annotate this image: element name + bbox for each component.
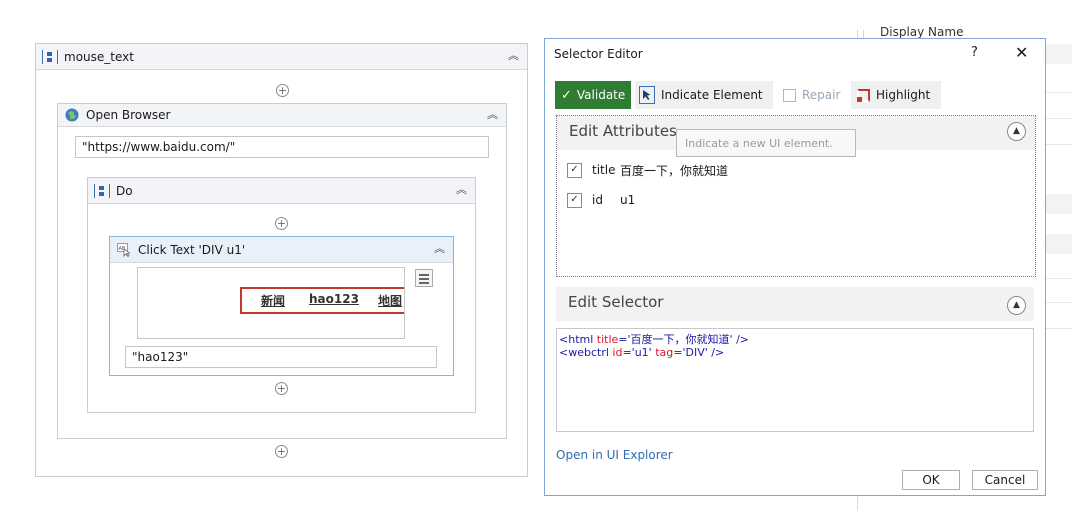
url-input[interactable]: "https://www.baidu.com/": [75, 136, 489, 158]
edit-attributes-title: Edit Attributes: [569, 122, 677, 140]
add-activity-icon[interactable]: +: [275, 217, 288, 230]
attribute-row-title[interactable]: ✓ title 百度一下，你就知道: [567, 160, 728, 180]
add-activity-icon[interactable]: +: [276, 84, 289, 97]
collapse-icon[interactable]: ︽: [508, 48, 519, 64]
collapse-icon[interactable]: ︽: [434, 241, 445, 257]
close-icon[interactable]: ✕: [1015, 43, 1028, 62]
repair-label: Repair: [802, 88, 841, 102]
collapse-attributes-icon[interactable]: ▲: [1007, 122, 1026, 141]
sequence-icon: [94, 183, 110, 199]
help-icon[interactable]: ?: [971, 45, 978, 60]
sequence-icon: [42, 49, 58, 65]
grid-line: [1044, 278, 1072, 279]
click-text-title: Click Text 'DIV u1': [138, 242, 246, 257]
highlight-button[interactable]: Highlight: [851, 81, 941, 109]
hamburger-menu-icon[interactable]: [415, 269, 433, 287]
property-cell[interactable]: [1044, 194, 1072, 214]
attribute-value[interactable]: u1: [620, 193, 635, 207]
do-title: Do: [116, 183, 133, 198]
attribute-checkbox[interactable]: ✓: [567, 162, 582, 178]
grid-line: [1044, 92, 1072, 93]
preview-link-map: 地图: [378, 294, 403, 308]
ok-button[interactable]: OK: [902, 470, 960, 490]
property-cell[interactable]: [1044, 44, 1072, 64]
highlight-icon: [857, 88, 870, 102]
attribute-row-id[interactable]: ✓ id u1: [567, 190, 635, 210]
attribute-checkbox[interactable]: ✓: [567, 192, 582, 208]
grid-line: [1044, 118, 1072, 119]
grid-line: [1044, 328, 1072, 329]
add-activity-icon[interactable]: +: [275, 445, 288, 458]
target-preview[interactable]: 新闻 hao123 地图: [137, 267, 405, 339]
collapse-selector-icon[interactable]: ▲: [1007, 296, 1026, 315]
preview-link-news: 新闻: [261, 294, 286, 308]
text-input[interactable]: "hao123": [125, 346, 437, 368]
attribute-name: id: [592, 193, 603, 207]
browser-icon: [64, 107, 80, 123]
collapse-icon[interactable]: ︽: [487, 107, 498, 123]
cancel-button[interactable]: Cancel: [972, 470, 1038, 490]
attribute-name: title: [592, 163, 616, 177]
do-header[interactable]: Do ︽: [88, 178, 475, 204]
sequence-header[interactable]: mouse_text ︽: [36, 44, 527, 70]
click-text-header[interactable]: AB Click Text 'DIV u1' ︽: [110, 237, 453, 263]
open-browser-header[interactable]: Open Browser ︽: [58, 104, 506, 127]
dialog-title: Selector Editor: [554, 47, 643, 61]
edit-selector-title: Edit Selector: [568, 293, 664, 311]
open-browser-title: Open Browser: [86, 108, 171, 122]
open-in-ui-explorer-link[interactable]: Open in UI Explorer: [556, 448, 673, 462]
selector-line: <html title='百度一下，你就知道' />: [559, 333, 749, 346]
preview-link-hao123: hao123: [309, 292, 359, 306]
property-cell[interactable]: [1044, 234, 1072, 254]
add-activity-icon[interactable]: +: [275, 382, 288, 395]
indicate-element-button[interactable]: Indicate Element: [635, 81, 773, 109]
sequence-title: mouse_text: [64, 49, 134, 64]
grid-line: [1044, 144, 1072, 145]
attribute-value[interactable]: 百度一下，你就知道: [620, 162, 728, 179]
cursor-icon: [639, 86, 655, 104]
selector-editor-dialog[interactable]: Selector Editor ? ✕ ✓ Validate Indicate …: [544, 38, 1046, 496]
display-name-label: Display Name: [880, 25, 964, 39]
selector-toolbar: ✓ Validate Indicate Element Repair Highl…: [555, 81, 941, 109]
collapse-icon[interactable]: ︽: [456, 182, 467, 198]
validate-button[interactable]: ✓ Validate: [555, 81, 631, 109]
repair-button[interactable]: Repair: [775, 81, 849, 109]
selector-text-area[interactable]: <html title='百度一下，你就知道' /> <webctrl id='…: [556, 328, 1034, 432]
check-icon: ✓: [561, 87, 572, 103]
grid-line: [1044, 302, 1072, 303]
edit-selector-header: Edit Selector ▲: [556, 287, 1034, 321]
indicate-element-label: Indicate Element: [661, 88, 763, 102]
validate-label: Validate: [576, 88, 626, 102]
selector-line: <webctrl id='u1' tag='DIV' />: [559, 346, 725, 359]
indicate-tooltip: Indicate a new UI element.: [676, 129, 856, 157]
click-text-icon: AB: [116, 242, 132, 258]
highlight-label: Highlight: [876, 88, 931, 102]
repair-icon: [783, 88, 796, 102]
